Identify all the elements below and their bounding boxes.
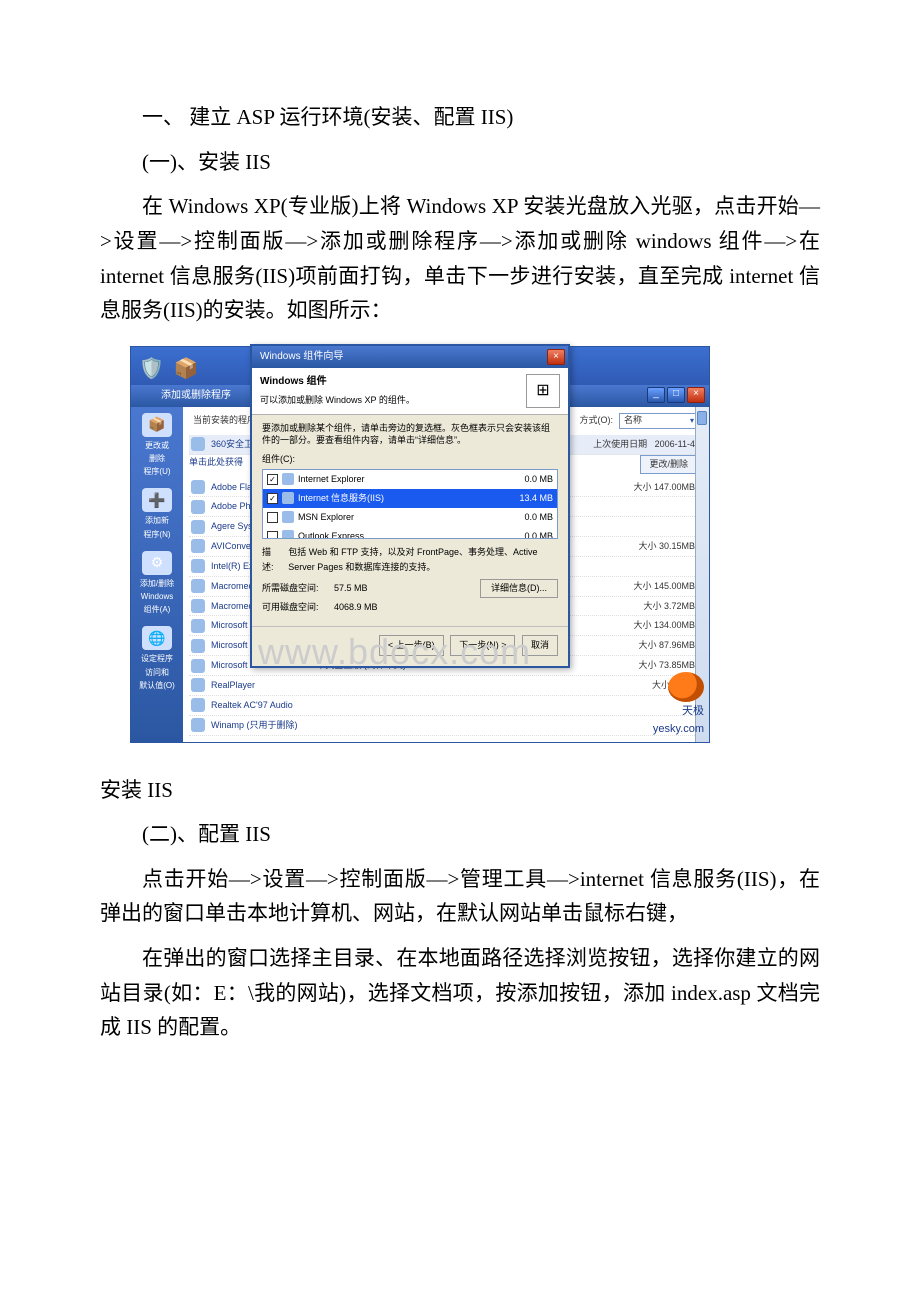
program-icon [191,659,205,673]
yesky-icon [668,672,704,702]
component-icon [282,473,294,485]
component-list[interactable]: ✓Internet Explorer0.0 MB✓Internet 信息服务(I… [262,469,558,539]
program-icon [191,480,205,494]
component-size: 0.0 MB [503,510,553,525]
last-used-label: 上次使用日期 [593,439,647,449]
program-icon [191,559,205,573]
nav-item[interactable]: 🌐设定程序访问和默认值(O) [134,626,180,692]
component-description-text: 包括 Web 和 FTP 支持，以及对 FrontPage、事务处理、Activ… [288,545,558,575]
program-icon [191,579,205,593]
program-icon [191,500,205,514]
program-size: 大小 147.00MB [591,480,701,495]
program-name: Winamp (只用于删除) [211,718,591,733]
sort-label: 方式(O): [580,413,614,428]
subsection-heading-1: (一)、安装 IIS [100,145,820,180]
component-size: 0.0 MB [503,529,553,539]
support-link[interactable]: 单击此处获得 [189,455,243,470]
paragraph-2: 点击开始—>设置—>控制面版—>管理工具—>internet 信息服务(IIS)… [100,862,820,931]
nav-icon: ➕ [142,488,172,512]
watermark-text: www.bdocx.com [258,622,531,681]
package-icon: 📦 [174,353,199,386]
close-icon[interactable]: × [547,349,565,365]
nav-icon: ⚙ [142,551,172,575]
component-size: 0.0 MB [503,472,553,487]
change-remove-button[interactable]: 更改/删除 [640,455,697,474]
component-name: Internet Explorer [298,472,503,487]
program-icon [191,639,205,653]
maximize-button[interactable]: □ [667,387,685,403]
program-size: 大小 30.15MB [591,539,701,554]
component-icon [282,511,294,523]
program-row[interactable]: Realtek AC'97 Audio [189,696,703,716]
figure-caption-1: 安装 IIS [100,773,820,808]
wizard-title: Windows 组件向导 [260,346,343,368]
sort-select[interactable]: 名称 [619,413,699,429]
disk-available-label: 可用磁盘空间: [262,600,334,615]
disk-needed-label: 所需磁盘空间: [262,581,334,596]
component-name: Internet 信息服务(IIS) [298,491,503,506]
component-row[interactable]: ✓ Internet 信息服务(IIS)13.4 MB [263,489,557,508]
yesky-logo: 天极yesky.com [653,672,704,738]
program-icon [191,520,205,534]
program-icon [191,619,205,633]
component-row[interactable]: MSN Explorer0.0 MB [263,508,557,527]
current-programs-label: 当前安装的程序 [193,413,256,428]
shield-icon: 🛡️ [139,353,164,386]
component-row[interactable]: Outlook Express0.0 MB [263,527,557,539]
program-size: 大小 87.96MB [591,638,701,653]
component-description-label: 描述: [262,545,282,575]
program-icon [191,678,205,692]
close-button[interactable]: × [687,387,705,403]
disk-needed-value: 57.5 MB [334,581,404,596]
wizard-heading: Windows 组件 [260,374,415,391]
nav-item[interactable]: ➕添加新程序(N) [134,488,180,540]
details-button[interactable]: 详细信息(D)... [480,579,558,598]
program-size: 大小 134.00MB [591,618,701,633]
program-icon [191,437,205,451]
component-icon [282,492,294,504]
minimize-button[interactable]: _ [647,387,665,403]
component-size: 13.4 MB [503,491,553,506]
last-used-value: 2006-11-4 [655,439,695,449]
left-nav: 📦更改或删除程序(U) ➕添加新程序(N) ⚙添加/删除Windows组件(A) 🌐设… [131,407,183,742]
wizard-description: 要添加或删除某个组件，请单击旁边的复选框。灰色框表示只会安装该组件的一部分。要查… [262,423,558,446]
component-icon [282,530,294,539]
program-size: 大小 3.72MB [591,599,701,614]
paragraph-1: 在 Windows XP(专业版)上将 Windows XP 安装光盘放入光驱，… [100,189,820,328]
program-icon [191,599,205,613]
program-icon [191,718,205,732]
windows-components-wizard: Windows 组件向导 × Windows 组件 可以添加或删除 Window… [250,344,570,668]
component-name: Outlook Express [298,529,503,539]
program-size: 大小 145.00MB [591,579,701,594]
checkbox[interactable]: ✓ [267,474,278,485]
nav-item[interactable]: ⚙添加/删除Windows组件(A) [134,551,180,617]
program-icon [191,698,205,712]
paragraph-3: 在弹出的窗口选择主目录、在本地面路径选择浏览按钮，选择你建立的网站目录(如：E：… [100,941,820,1045]
nav-icon: 📦 [142,413,172,437]
figure-install-iis: 🛡️ 📦 添加或删除程序 _ □ × 📦更改或删除程序(U)➕添加新程序(N)⚙… [130,346,820,743]
checkbox[interactable] [267,531,278,540]
program-icon [191,539,205,553]
nav-item[interactable]: 📦更改或删除程序(U) [134,413,180,479]
program-row[interactable]: Winamp (只用于删除) [189,716,703,736]
wizard-subheading: 可以添加或删除 Windows XP 的组件。 [260,395,415,405]
program-size: 大小 73.85MB [591,658,701,673]
component-list-label: 组件(C): [262,452,558,467]
section-heading: 一、 建立 ASP 运行环境(安装、配置 IIS) [100,100,820,135]
program-name: Realtek AC'97 Audio [211,698,591,713]
disk-available-value: 4068.9 MB [334,600,404,615]
component-row[interactable]: ✓ Internet Explorer0.0 MB [263,470,557,489]
subsection-heading-2: (二)、配置 IIS [100,817,820,852]
checkbox[interactable]: ✓ [267,493,278,504]
nav-icon: 🌐 [142,626,172,650]
checkbox[interactable] [267,512,278,523]
component-name: MSN Explorer [298,510,503,525]
windows-logo-icon: ⊞ [526,374,560,408]
